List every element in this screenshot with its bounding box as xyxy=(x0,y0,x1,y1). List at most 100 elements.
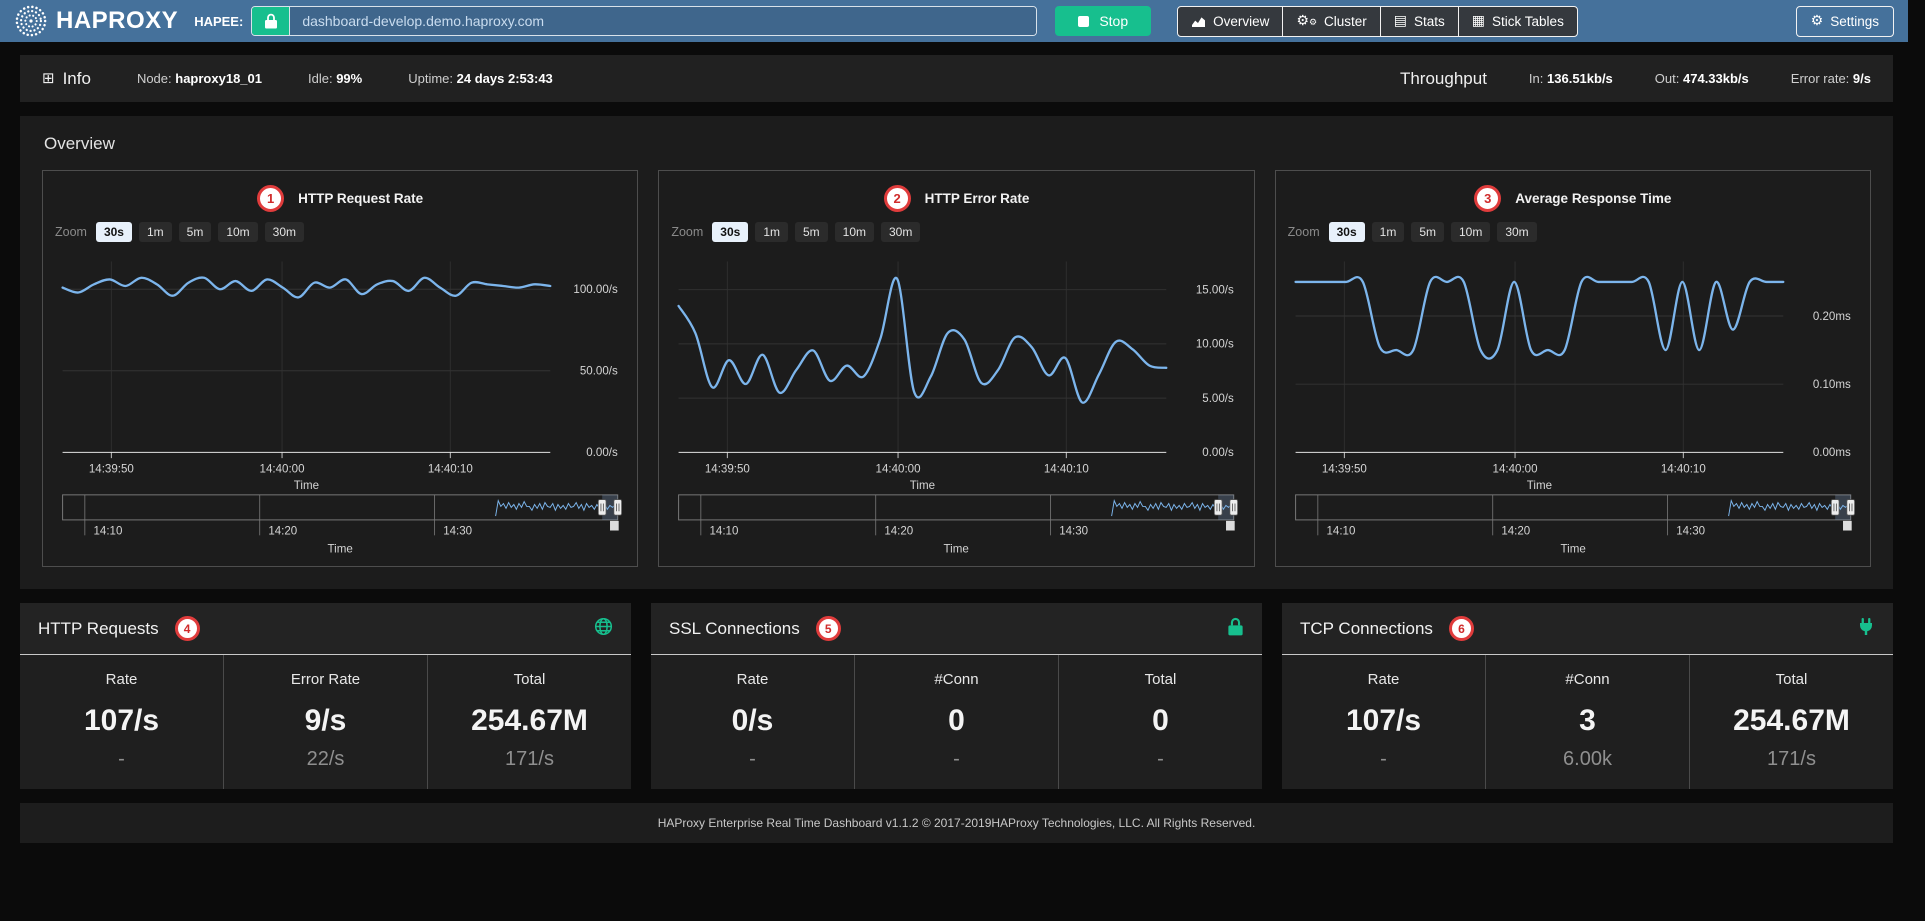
svg-text:5.00/s: 5.00/s xyxy=(1203,393,1235,405)
svg-text:14:30: 14:30 xyxy=(1676,525,1705,537)
overview-section: Overview 1 HTTP Request Rate Zoom 30s 1m… xyxy=(20,116,1893,589)
stat-col-rate: Rate 0/s - xyxy=(651,655,854,789)
charts-row: 1 HTTP Request Rate Zoom 30s 1m 5m 10m 3… xyxy=(42,170,1871,567)
svg-text:14:40:10: 14:40:10 xyxy=(428,464,473,476)
chart-navigator[interactable]: 14:1014:2014:30Time xyxy=(1284,491,1862,560)
zoom-option-30s[interactable]: 30s xyxy=(712,222,748,242)
line-chart[interactable]: 0.00/s50.00/s100.00/s14:39:5014:40:0014:… xyxy=(51,248,629,491)
throughput-error-rate-stat: Error rate: 9/s xyxy=(1791,71,1871,86)
section-title: Overview xyxy=(44,134,1871,154)
lock-icon xyxy=(264,13,278,29)
step-badge: 2 xyxy=(884,185,911,212)
step-badge: 4 xyxy=(175,616,200,641)
stat-cards-row: HTTP Requests 4 Ra xyxy=(20,603,1893,789)
zoom-option-5m[interactable]: 5m xyxy=(179,222,212,242)
svg-text:0.00/s: 0.00/s xyxy=(586,447,618,459)
footer-text: HAProxy Enterprise Real Time Dashboard v… xyxy=(658,816,1256,830)
chart-title: Average Response Time xyxy=(1515,191,1671,206)
stat-col-rate: Rate 107/s - xyxy=(20,655,223,789)
hapee-label: HAPEE: xyxy=(194,14,243,29)
svg-text:14:10: 14:10 xyxy=(710,525,739,537)
zoom-controls: Zoom 30s 1m 5m 10m 30m xyxy=(671,222,1245,242)
svg-text:14:20: 14:20 xyxy=(885,525,914,537)
nav-button-stick-tables[interactable]: ▦ Stick Tables xyxy=(1458,6,1578,37)
stop-button[interactable]: Stop xyxy=(1055,6,1151,36)
zoom-option-10m[interactable]: 10m xyxy=(1451,222,1490,242)
info-expand-toggle[interactable]: ⊞ Info xyxy=(42,69,91,89)
zoom-controls: Zoom 30s 1m 5m 10m 30m xyxy=(1288,222,1862,242)
chart-navigator[interactable]: 14:1014:2014:30Time xyxy=(667,491,1245,560)
chart-navigator[interactable]: 14:1014:2014:30Time xyxy=(51,491,629,560)
stat-col-error-rate: Error Rate 9/s 22/s xyxy=(223,655,428,789)
zoom-option-30m[interactable]: 30m xyxy=(265,222,304,242)
zoom-option-1m[interactable]: 1m xyxy=(139,222,172,242)
svg-text:Time: Time xyxy=(328,544,353,556)
svg-text:Time: Time xyxy=(1526,480,1551,491)
throughput-out-stat: Out: 474.33kb/s xyxy=(1655,71,1749,86)
svg-text:14:39:50: 14:39:50 xyxy=(89,464,134,476)
stop-square-icon xyxy=(1078,16,1089,27)
dashboard-page: HAPROXY HAPEE: Stop Overview xyxy=(0,0,1925,921)
chart-panel-http-error-rate: 2 HTTP Error Rate Zoom 30s 1m 5m 10m 30m… xyxy=(658,170,1254,567)
zoom-option-30s[interactable]: 30s xyxy=(1329,222,1365,242)
card-title: SSL Connections xyxy=(669,619,800,639)
node-stat: Node: haproxy18_01 xyxy=(137,71,262,86)
svg-text:14:40:10: 14:40:10 xyxy=(1044,464,1089,476)
settings-button[interactable]: ⚙ Settings xyxy=(1796,6,1894,37)
url-group xyxy=(251,6,1037,36)
svg-text:14:30: 14:30 xyxy=(443,525,472,537)
table-list-icon: ▤ xyxy=(1394,14,1407,28)
url-input[interactable] xyxy=(290,7,1036,35)
zoom-option-1m[interactable]: 1m xyxy=(1372,222,1405,242)
line-chart[interactable]: 0.00/s5.00/s10.00/s15.00/s14:39:5014:40:… xyxy=(667,248,1245,491)
chart-title: HTTP Request Rate xyxy=(298,191,423,206)
svg-text:14:40:00: 14:40:00 xyxy=(260,464,305,476)
zoom-option-10m[interactable]: 10m xyxy=(835,222,874,242)
nav-button-label: Stick Tables xyxy=(1492,14,1564,29)
gears-icon: ⚙⚙ xyxy=(1296,14,1317,28)
svg-text:0.00ms: 0.00ms xyxy=(1813,447,1851,459)
brand-name: HAPROXY xyxy=(56,7,178,35)
step-badge: 6 xyxy=(1449,616,1474,641)
svg-text:14:39:50: 14:39:50 xyxy=(1322,464,1367,476)
svg-text:Time: Time xyxy=(294,480,319,491)
zoom-label: Zoom xyxy=(671,225,703,239)
step-badge: 3 xyxy=(1474,185,1501,212)
plug-icon xyxy=(1857,617,1875,641)
nav-button-overview[interactable]: Overview xyxy=(1177,6,1283,37)
svg-text:14:40:00: 14:40:00 xyxy=(876,464,921,476)
card-http-requests: HTTP Requests 4 Ra xyxy=(20,603,631,789)
stat-col-total: Total 254.67M 171/s xyxy=(1690,655,1893,789)
zoom-option-10m[interactable]: 10m xyxy=(218,222,257,242)
url-lock-button[interactable] xyxy=(252,7,290,35)
zoom-option-30s[interactable]: 30s xyxy=(96,222,132,242)
throughput-in-stat: In: 136.51kb/s xyxy=(1529,71,1613,86)
zoom-option-5m[interactable]: 5m xyxy=(1411,222,1444,242)
zoom-label: Zoom xyxy=(55,225,87,239)
throughput-label: Throughput xyxy=(1400,69,1487,89)
stat-col-total: Total 0 - xyxy=(1059,655,1262,789)
zoom-option-30m[interactable]: 30m xyxy=(881,222,920,242)
zoom-option-1m[interactable]: 1m xyxy=(755,222,788,242)
haproxy-logo-icon xyxy=(14,4,48,38)
svg-text:100.00/s: 100.00/s xyxy=(573,284,618,296)
chart-panel-average-response-time: 3 Average Response Time Zoom 30s 1m 5m 1… xyxy=(1275,170,1871,567)
zoom-option-30m[interactable]: 30m xyxy=(1497,222,1536,242)
svg-text:14:20: 14:20 xyxy=(268,525,297,537)
svg-text:0.20ms: 0.20ms xyxy=(1813,311,1851,323)
navbar: HAPROXY HAPEE: Stop Overview xyxy=(0,0,1908,42)
svg-text:Time: Time xyxy=(944,544,969,556)
zoom-option-5m[interactable]: 5m xyxy=(795,222,828,242)
svg-text:14:20: 14:20 xyxy=(1501,525,1530,537)
card-title: HTTP Requests xyxy=(38,619,159,639)
nav-button-cluster[interactable]: ⚙⚙ Cluster xyxy=(1282,6,1380,37)
table-cells-icon: ▦ xyxy=(1472,14,1485,28)
info-bar: ⊞ Info Node: haproxy18_01 Idle: 99% Upti… xyxy=(20,55,1893,102)
svg-text:Time: Time xyxy=(1560,544,1585,556)
nav-button-stats[interactable]: ▤ Stats xyxy=(1380,6,1459,37)
line-chart[interactable]: 0.00ms0.10ms0.20ms14:39:5014:40:0014:40:… xyxy=(1284,248,1862,491)
nav-button-label: Stats xyxy=(1414,14,1445,29)
card-tcp-connections: TCP Connections 6 Rate 107/s xyxy=(1282,603,1893,789)
stat-col-conn: #Conn 3 6.00k xyxy=(1485,655,1690,789)
right-edge-strip xyxy=(1908,0,1925,921)
